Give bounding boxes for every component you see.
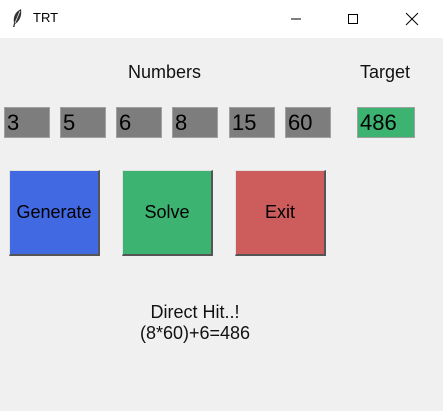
- feather-icon: [13, 9, 22, 27]
- number-field-3[interactable]: 6: [116, 107, 162, 138]
- exit-button[interactable]: Exit: [235, 170, 326, 256]
- minimize-icon: [291, 18, 301, 20]
- close-icon: [405, 12, 419, 26]
- result-expression: (8*60)+6=486: [139, 323, 251, 343]
- result-status: Direct Hit..!: [150, 302, 240, 322]
- solve-button[interactable]: Solve: [122, 170, 213, 256]
- close-button[interactable]: [389, 0, 435, 38]
- target-label: Target: [360, 62, 411, 82]
- number-field-1[interactable]: 3: [4, 107, 50, 138]
- result-panel: Direct Hit..! (8*60)+6=486: [95, 302, 295, 344]
- number-field-2[interactable]: 5: [60, 107, 106, 138]
- target-field[interactable]: 486: [357, 107, 415, 138]
- numbers-label: Numbers: [128, 62, 202, 82]
- maximize-button[interactable]: [330, 0, 376, 38]
- number-field-4[interactable]: 8: [172, 107, 218, 138]
- number-field-5[interactable]: 15: [229, 107, 275, 138]
- generate-button[interactable]: Generate: [9, 170, 100, 256]
- number-field-6[interactable]: 60: [285, 107, 331, 138]
- window-title: TRT: [33, 10, 59, 25]
- app-window: TRT Numbers Target 3 5 6 8 15 60 486 Gen…: [0, 0, 443, 411]
- minimize-button[interactable]: [273, 0, 319, 38]
- title-bar: TRT: [0, 0, 443, 38]
- maximize-icon: [348, 14, 358, 24]
